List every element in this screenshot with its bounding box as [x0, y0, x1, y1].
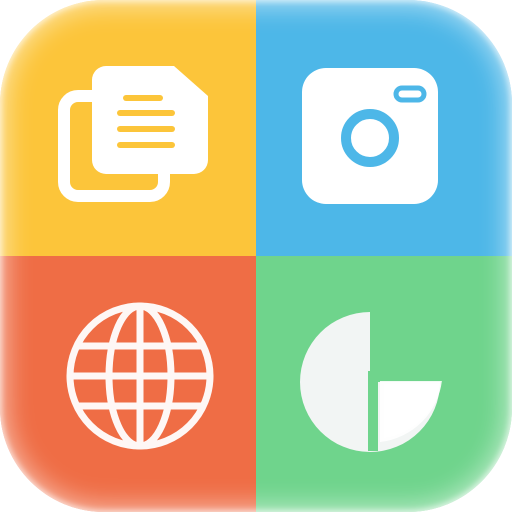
charts-tile[interactable] — [256, 256, 512, 512]
globe-icon — [66, 302, 214, 450]
camera-tile[interactable] — [256, 0, 512, 256]
front-sheet — [92, 66, 208, 174]
camera-icon — [302, 68, 438, 204]
app-icon[interactable] — [0, 0, 512, 512]
documents-tile[interactable] — [0, 0, 256, 256]
browser-tile[interactable] — [0, 256, 256, 512]
documents-icon — [58, 66, 208, 202]
pie-chart-icon — [300, 312, 450, 452]
